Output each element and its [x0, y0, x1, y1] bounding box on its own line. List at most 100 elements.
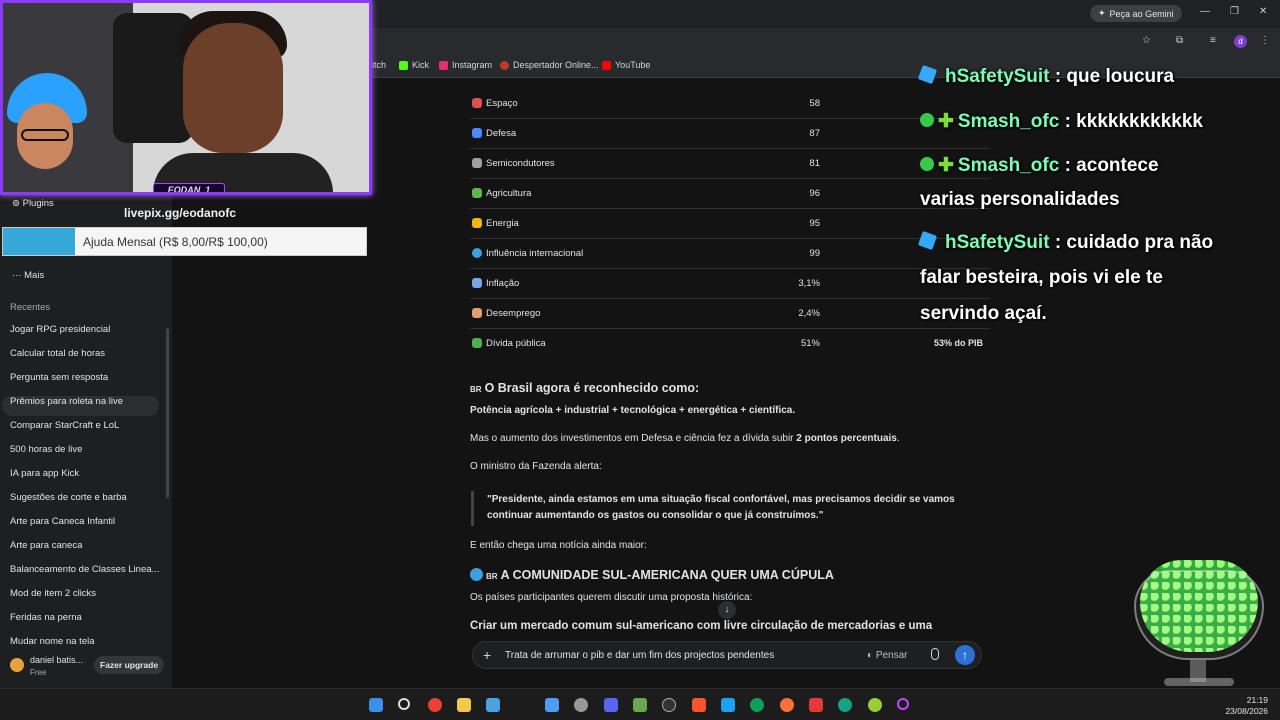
recent-chat-item[interactable]: Comparar StarCraft e LoL: [10, 420, 119, 431]
scroll-down-button[interactable]: ↓: [718, 601, 736, 619]
quote-line-1: "Presidente, ainda estamos em uma situaç…: [487, 494, 955, 505]
bookmark-instagram[interactable]: Instagram: [439, 60, 492, 70]
recent-chat-item[interactable]: Pergunta sem resposta: [10, 372, 108, 383]
maximize-icon[interactable]: ❐: [1230, 6, 1239, 17]
app-icon[interactable]: [897, 698, 909, 710]
bookmark-twitch[interactable]: itch: [372, 60, 386, 70]
instagram-icon: [439, 60, 448, 70]
quote-line-2: continuar aumentando os gastos ou consol…: [487, 510, 824, 521]
firefox-icon[interactable]: [780, 698, 794, 712]
sidebar-item-plugins[interactable]: ⊚ Plugins: [12, 198, 54, 209]
donation-goal-bar: Ajuda Mensal (R$ 8,00/R$ 100,00): [2, 227, 367, 256]
menu-icon[interactable]: ⋮: [1260, 35, 1270, 46]
pensar-button[interactable]: ◐ Pensar: [867, 650, 908, 661]
sidebar-scrollbar[interactable]: [166, 328, 169, 498]
badge-icon: [917, 230, 938, 251]
app-icon[interactable]: [809, 698, 823, 712]
file-explorer-icon[interactable]: [457, 698, 471, 712]
chat-message-continued: servindo açaí.: [920, 303, 1047, 324]
table-row: Espaço 58: [470, 89, 990, 119]
bookmark-kick[interactable]: Kick: [399, 60, 429, 70]
chart-icon: [472, 278, 482, 288]
windows-start-icon[interactable]: [369, 698, 383, 712]
chat-message-continued: falar besteira, pois vi ele te: [920, 267, 1163, 288]
webcam-overlay: EODAN_1: [0, 0, 372, 195]
app-icon[interactable]: [838, 698, 852, 712]
add-icon[interactable]: +: [483, 647, 491, 663]
star-badge-icon: ✚: [938, 155, 954, 176]
lightning-icon: [472, 218, 482, 228]
livepix-link: livepix.gg/eodanofc: [124, 206, 237, 220]
extensions-icon[interactable]: ⧉: [1176, 35, 1183, 46]
app-icon[interactable]: [721, 698, 735, 712]
recent-chat-item[interactable]: Prêmios para roleta na live: [10, 396, 123, 407]
recent-chat-item[interactable]: Arte para Caneca Infantil: [10, 516, 115, 527]
streamer-face: [183, 23, 283, 153]
jar-glass: [1134, 570, 1264, 660]
photos-icon[interactable]: [545, 698, 559, 712]
recent-chat-item[interactable]: Arte para caneca: [10, 540, 82, 551]
chat-message: ✚ Smash_ofc : kkkkkkkkkkkk: [920, 110, 1203, 133]
recent-chat-item[interactable]: Sugestões de corte e barba: [10, 492, 127, 503]
table-row: Influência internacional 99: [470, 239, 990, 269]
star-icon[interactable]: ☆: [1142, 35, 1151, 46]
recent-chat-item[interactable]: Calcular total de horas: [10, 348, 105, 359]
bookmark-despertador[interactable]: Despertador Online...: [500, 60, 599, 70]
app-icon[interactable]: [604, 698, 618, 712]
jar-base: [1164, 678, 1234, 686]
ask-gemini-button[interactable]: ✦ Peça ao Gemini: [1090, 5, 1182, 22]
microphone-icon[interactable]: [931, 648, 939, 660]
minimize-icon[interactable]: —: [1200, 6, 1210, 17]
recognized-line: Potência agrícola + industrial + tecnoló…: [470, 405, 796, 416]
chat-message: hSafetySuit : cuidado pra não: [917, 230, 1213, 254]
user-avatar[interactable]: [10, 658, 24, 672]
cartoon-avatar: [3, 63, 93, 192]
table-row: Defesa 87: [470, 119, 990, 149]
sidebar-item-mais[interactable]: ··· Mais: [12, 270, 44, 281]
bookmark-youtube[interactable]: YouTube: [602, 60, 650, 70]
debt-line: Mas o aumento dos investimentos em Defes…: [470, 433, 900, 444]
recent-chat-item[interactable]: 500 horas de live: [10, 444, 82, 455]
recognized-heading: BR O Brasil agora é reconhecido como:: [470, 381, 700, 395]
settings-icon[interactable]: [574, 698, 588, 712]
recentes-heading: Recentes: [10, 302, 51, 313]
app-icon[interactable]: [868, 698, 882, 712]
edge-icon[interactable]: [750, 698, 764, 712]
table-row: Energia 95: [470, 209, 990, 239]
summit-text: Os países participantes querem discutir …: [470, 592, 753, 603]
close-icon[interactable]: ✕: [1259, 6, 1267, 17]
minister-line: O ministro da Fazenda alerta:: [470, 461, 602, 472]
recent-chat-item[interactable]: Jogar RPG presidencial: [10, 324, 110, 335]
user-name: daniel batis...: [30, 655, 84, 665]
plant-icon: [472, 188, 482, 198]
brave-icon[interactable]: [692, 698, 706, 712]
reading-list-icon[interactable]: ≡: [1210, 35, 1216, 46]
recent-chat-item[interactable]: IA para app Kick: [10, 468, 79, 479]
quote-bar: [471, 491, 474, 526]
user-plan: Free: [30, 668, 47, 677]
profile-avatar[interactable]: d: [1234, 35, 1247, 48]
donation-progress: [3, 228, 75, 255]
star-badge-icon: ✚: [938, 111, 954, 132]
search-icon[interactable]: [398, 698, 410, 710]
globe-icon: [470, 568, 483, 581]
prompt-input[interactable]: Trata de arrumar o pib e dar um fim dos …: [505, 650, 774, 661]
recent-chat-item[interactable]: Mudar nome na tela: [10, 636, 95, 646]
recent-chat-item[interactable]: Balanceamento de Classes Linea...: [10, 564, 159, 575]
clock-icon: [500, 60, 509, 70]
chat-message-continued: varias personalidades: [920, 189, 1120, 210]
send-button[interactable]: ↑: [955, 645, 975, 665]
goal-jar-widget: [1124, 550, 1274, 690]
chrome-icon[interactable]: [428, 698, 442, 712]
verified-icon: [920, 157, 934, 171]
system-clock[interactable]: 21:19 23/08/2026: [1224, 695, 1268, 717]
upgrade-button[interactable]: Fazer upgrade: [94, 656, 165, 674]
obs-icon[interactable]: [662, 698, 676, 712]
streamer-name-tag: EODAN_1: [153, 183, 225, 192]
store-icon[interactable]: [486, 698, 500, 712]
kick-icon: [399, 60, 408, 70]
recent-chat-item[interactable]: Mod de item 2 clicks: [10, 588, 96, 599]
app-icon[interactable]: [633, 698, 647, 712]
youtube-icon: [602, 60, 611, 70]
recent-chat-item[interactable]: Feridas na perna: [10, 612, 82, 623]
